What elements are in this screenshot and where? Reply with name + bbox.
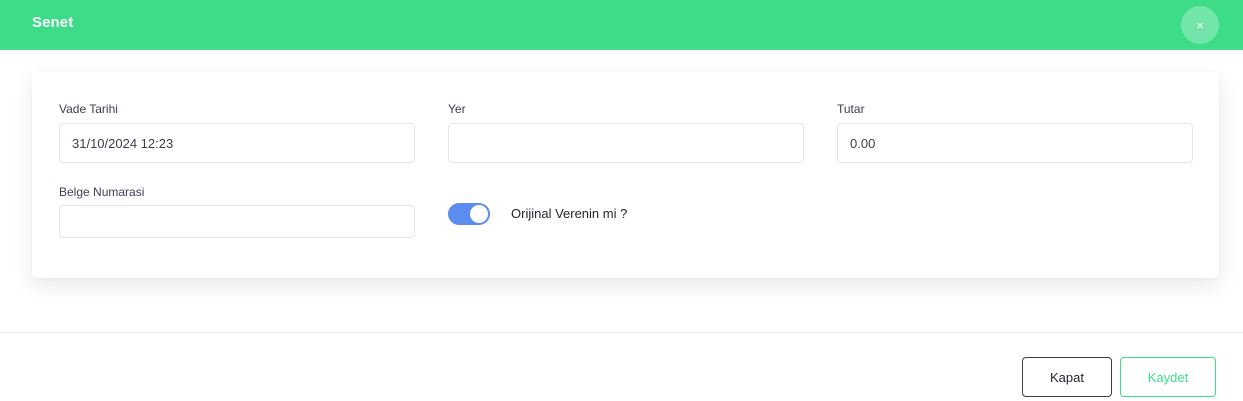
yer-input[interactable] xyxy=(448,123,804,163)
yer-label: Yer xyxy=(448,102,466,116)
toggle-knob xyxy=(470,205,488,223)
belge-numarasi-label: Belge Numarasi xyxy=(59,185,145,199)
vade-tarihi-input[interactable] xyxy=(59,123,415,163)
senet-modal: Senet × Vade Tarihi Yer Tutar Belge Numa… xyxy=(0,0,1243,401)
kapat-button[interactable]: Kapat xyxy=(1022,357,1112,397)
orijinal-verenin-label: Orijinal Verenin mi ? xyxy=(511,206,628,221)
tutar-input[interactable] xyxy=(837,123,1193,163)
orijinal-verenin-toggle[interactable] xyxy=(448,203,490,225)
kaydet-button[interactable]: Kaydet xyxy=(1120,357,1216,397)
footer-divider xyxy=(0,332,1243,333)
modal-title: Senet xyxy=(32,14,74,31)
close-icon: × xyxy=(1196,17,1204,33)
form-card xyxy=(32,72,1219,278)
vade-tarihi-label: Vade Tarihi xyxy=(59,102,118,116)
close-button[interactable]: × xyxy=(1181,6,1219,44)
modal-header: Senet × xyxy=(0,0,1243,50)
tutar-label: Tutar xyxy=(837,102,865,116)
belge-numarasi-input[interactable] xyxy=(59,205,415,238)
